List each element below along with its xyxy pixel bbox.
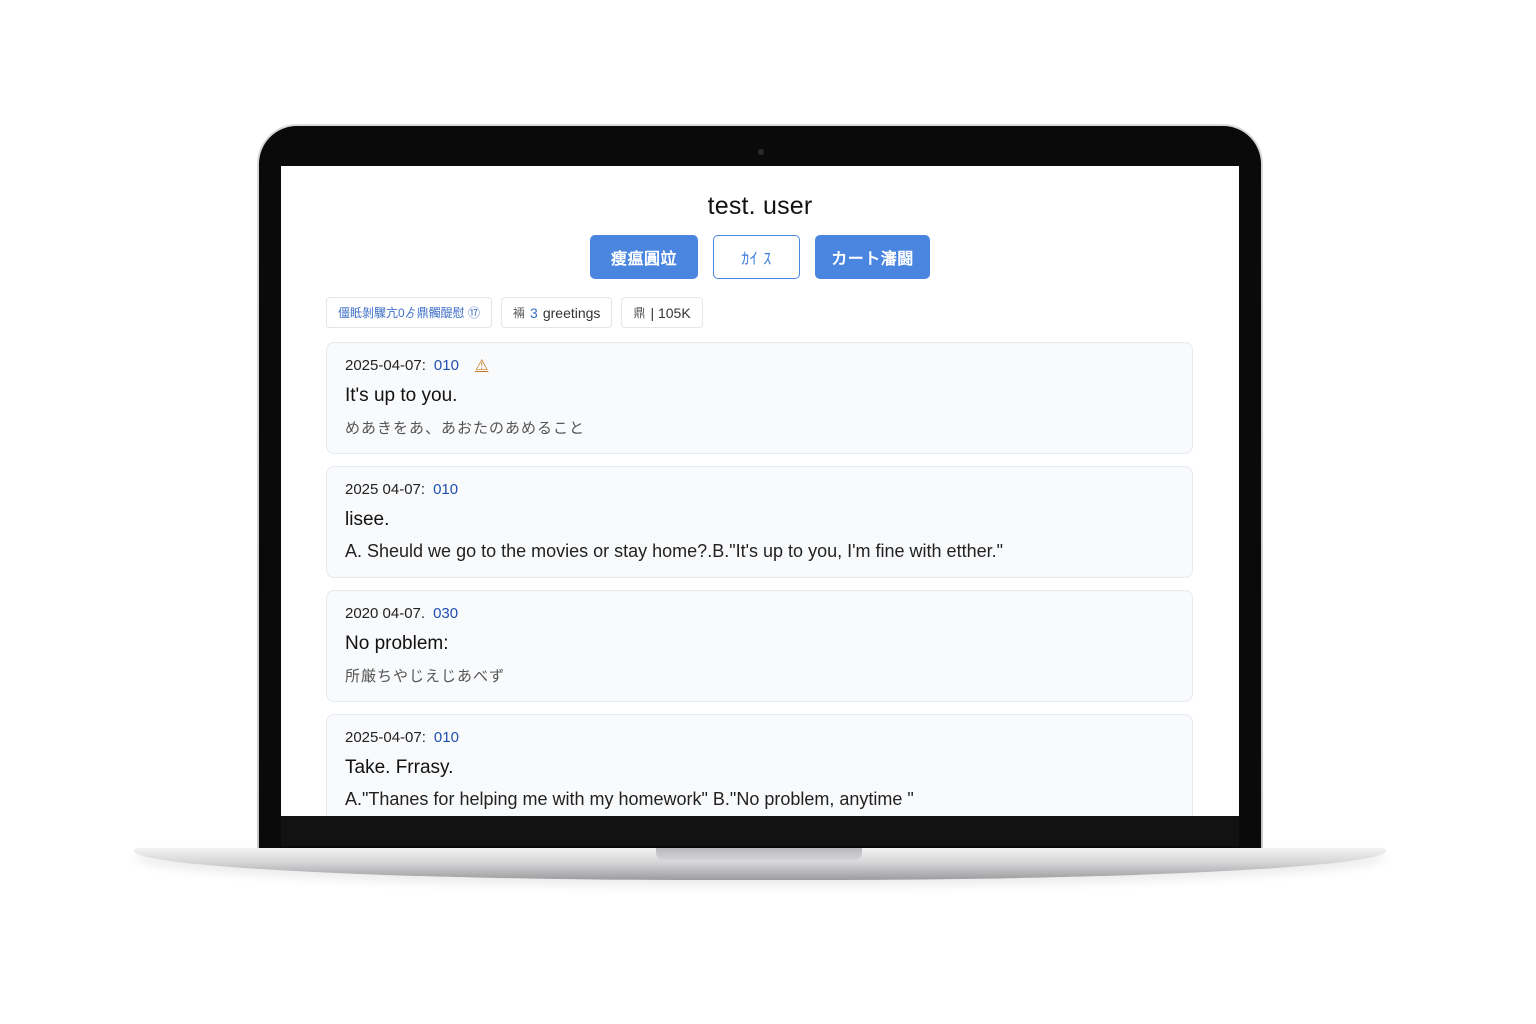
filter-chips: 僵眡剝驟亢0ゟ鼎髑醍慰 ⑰ 裲 3 greetings 鼎 | 105K	[326, 297, 703, 328]
item-code: 010	[433, 728, 459, 746]
list-item[interactable]: 2020 04-07. 030 No problem: 所厳ちやじえじあべず	[326, 590, 1193, 702]
item-phrase: It's up to you.	[345, 385, 458, 406]
app-screen: test. user 瘦瘟圓竝 ｶｲ ｽ カート瀋闘 僵眡剝驟亢0ゟ鼎髑醍慰 ⑰…	[281, 166, 1239, 816]
greetings-label: greetings	[542, 304, 601, 321]
item-example: A. Sheuld we go to the movies or stay ho…	[345, 541, 1003, 561]
primary-action-button[interactable]: 瘦瘟圓竝	[590, 235, 698, 279]
camera-icon	[758, 149, 764, 155]
phrase-list: 2025-04-07: 010 ⚠ It's up to you. めあきをあ、…	[326, 342, 1193, 816]
category-chip-label: 僵眡剝驟亢0ゟ鼎髑醍慰 ⑰	[338, 306, 481, 320]
warning-icon[interactable]: ⚠	[475, 356, 488, 374]
greetings-count: 3	[530, 304, 538, 321]
item-meta: 2025 04-07: 010	[345, 479, 1174, 499]
laptop-chin	[281, 816, 1239, 846]
greetings-chip[interactable]: 裲 3 greetings	[501, 297, 613, 328]
item-date: 2025 04-07:	[345, 480, 426, 498]
laptop-mockup: test. user 瘦瘟圓竝 ｶｲ ｽ カート瀋闘 僵眡剝驟亢0ゟ鼎髑醍慰 ⑰…	[0, 0, 1536, 1024]
size-label: | 105K	[650, 304, 691, 321]
list-item[interactable]: 2025 04-07: 010 lisee. A. Sheuld we go t…	[326, 466, 1193, 578]
item-translation: 所厳ちやじえじあべず	[345, 668, 506, 685]
list-item[interactable]: 2025-04-07: 010 ⚠ It's up to you. めあきをあ、…	[326, 342, 1193, 454]
laptop-opening-notch	[656, 848, 862, 862]
item-date: 2020 04-07.	[345, 604, 426, 622]
list-item[interactable]: 2025-04-07: 010 Take. Frrasy. A."Thanes …	[326, 714, 1193, 816]
item-code: 010	[433, 356, 459, 374]
page-title: test. user	[707, 192, 813, 220]
item-code: 010	[433, 480, 459, 498]
quiz-button[interactable]: ｶｲ ｽ	[713, 235, 800, 279]
card-study-button[interactable]: カート瀋闘	[815, 235, 930, 279]
item-meta: 2025-04-07: 010	[345, 727, 1174, 747]
item-phrase: Take. Frrasy.	[345, 757, 454, 778]
item-date: 2025-04-07:	[345, 356, 426, 374]
item-phrase: lisee.	[345, 509, 390, 530]
action-bar: 瘦瘟圓竝 ｶｲ ｽ カート瀋闘	[281, 235, 1239, 279]
laptop-lid: test. user 瘦瘟圓竝 ｶｲ ｽ カート瀋闘 僵眡剝驟亢0ゟ鼎髑醍慰 ⑰…	[257, 124, 1263, 854]
file-icon: 鼎	[633, 306, 646, 320]
category-chip[interactable]: 僵眡剝驟亢0ゟ鼎髑醍慰 ⑰	[326, 297, 493, 328]
size-chip[interactable]: 鼎 | 105K	[621, 297, 703, 328]
item-code: 030	[433, 604, 459, 622]
item-translation: めあきをあ、あおたのあめること	[345, 420, 586, 437]
item-phrase: No problem:	[345, 633, 449, 654]
laptop-bezel: test. user 瘦瘟圓竝 ｶｲ ｽ カート瀋闘 僵眡剝驟亢0ゟ鼎髑醍慰 ⑰…	[259, 126, 1261, 852]
tag-icon: 裲	[513, 306, 526, 320]
item-date: 2025-04-07:	[345, 728, 426, 746]
item-example: A."Thanes for helping me with my homewor…	[345, 789, 914, 809]
item-meta: 2020 04-07. 030	[345, 603, 1174, 623]
item-meta: 2025-04-07: 010 ⚠	[345, 355, 1174, 375]
